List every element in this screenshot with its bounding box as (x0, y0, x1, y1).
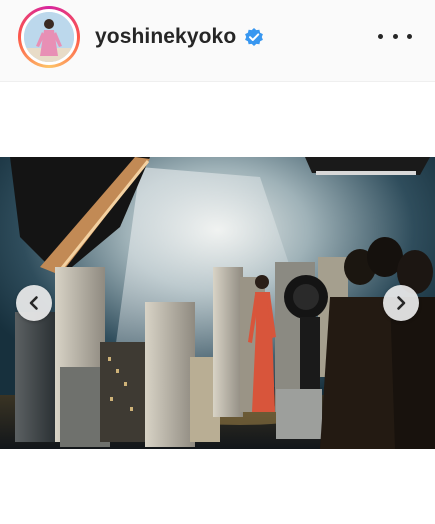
more-horizontal-icon-dot (392, 33, 398, 39)
more-options-button[interactable] (378, 26, 412, 46)
chevron-left-icon (29, 296, 38, 310)
verified-badge-icon (244, 27, 264, 47)
post-photo[interactable] (0, 157, 435, 449)
more-horizontal-icon (378, 33, 383, 39)
post-image (0, 157, 435, 449)
carousel-next-button[interactable] (383, 285, 419, 321)
post-header: yoshinekyoko (0, 0, 435, 82)
avatar-image (24, 12, 74, 62)
username-row: yoshinekyoko (95, 24, 264, 50)
avatar-border (21, 9, 77, 65)
avatar-story-ring[interactable] (18, 6, 80, 68)
username-link[interactable]: yoshinekyoko (95, 25, 236, 49)
more-horizontal-icon-dot (407, 33, 412, 39)
chevron-right-icon (397, 296, 406, 310)
carousel-previous-button[interactable] (16, 285, 52, 321)
avatar[interactable] (24, 12, 74, 62)
